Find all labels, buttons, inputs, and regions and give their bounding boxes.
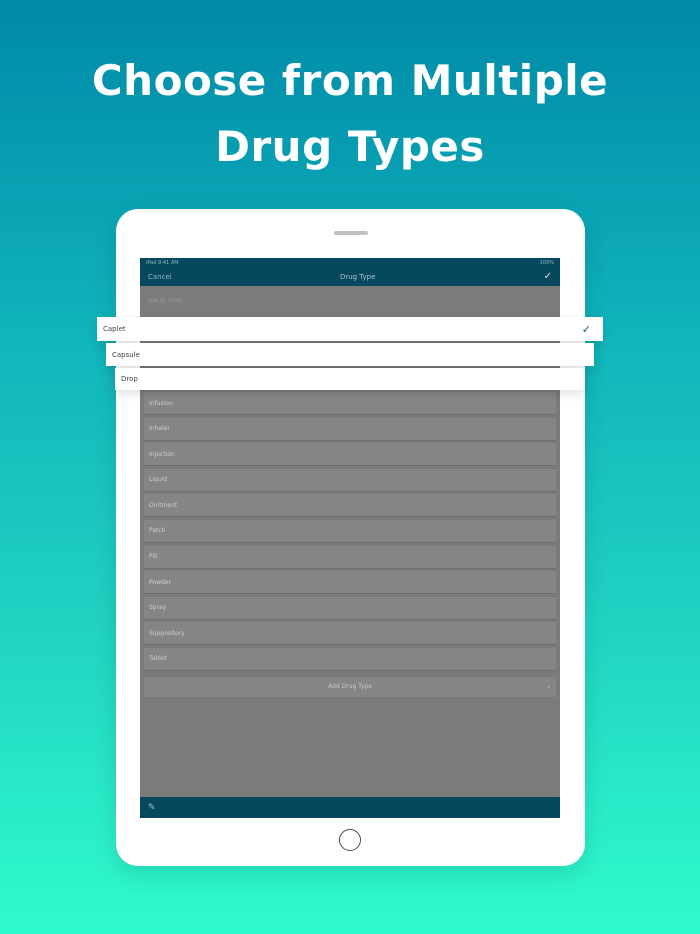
list-item[interactable]: Suppository [144,622,556,646]
checkmark-icon[interactable]: ✓ [544,271,552,282]
section-header: DRUG TYPE [148,297,183,305]
popout-label: Capsule [112,350,140,359]
popout-label: Drop [121,375,138,383]
popout-row-caplet[interactable]: Caplet ✓ [97,317,603,341]
drug-type-list: Infusion Inhaler Injection Liquid Ointme… [140,392,560,697]
list-item[interactable]: Patch [144,519,556,543]
status-time: iPad 9:41 AM [146,259,179,266]
list-item[interactable]: Spray [144,596,556,620]
status-battery: 100% [539,259,554,266]
list-item[interactable]: Tablet [144,647,556,671]
bottom-toolbar: ✎ [140,797,560,818]
checkmark-icon: ✓ [581,322,591,336]
add-drug-type-button[interactable]: Add Drug Type › [144,676,556,697]
list-item[interactable]: Pill [144,545,556,569]
pencil-icon[interactable]: ✎ [148,803,156,813]
list-item[interactable]: Powder [144,571,556,595]
list-item[interactable]: Ointment [144,494,556,518]
tablet-speaker [334,231,368,235]
popout-label: Caplet [103,325,126,333]
list-item[interactable]: Inhaler [144,417,556,441]
cancel-button[interactable]: Cancel [148,273,172,281]
navigation-bar: Cancel Drug Type ✓ [140,267,560,286]
popout-row-capsule[interactable]: Capsule [106,343,594,366]
nav-title: Drug Type [339,272,376,281]
status-bar: iPad 9:41 AM 100% [140,258,560,267]
popout-row-drop[interactable]: Drop [115,368,585,390]
tablet-frame: iPad 9:41 AM 100% Cancel Drug Type ✓ DRU… [116,209,585,866]
list-item[interactable]: Infusion [144,392,556,415]
headline-line-1: Choose from Multiple [91,56,609,105]
home-button[interactable] [339,829,361,851]
app-screen: iPad 9:41 AM 100% Cancel Drug Type ✓ DRU… [140,258,560,818]
add-drug-type-label: Add Drug Type [328,683,372,691]
chevron-right-icon: › [547,682,550,691]
headline-line-2: Drug Types [215,122,485,171]
headline: Choose from Multiple Drug Types [0,48,700,180]
list-item[interactable]: Liquid [144,468,556,492]
list-item[interactable]: Injection [144,443,556,467]
